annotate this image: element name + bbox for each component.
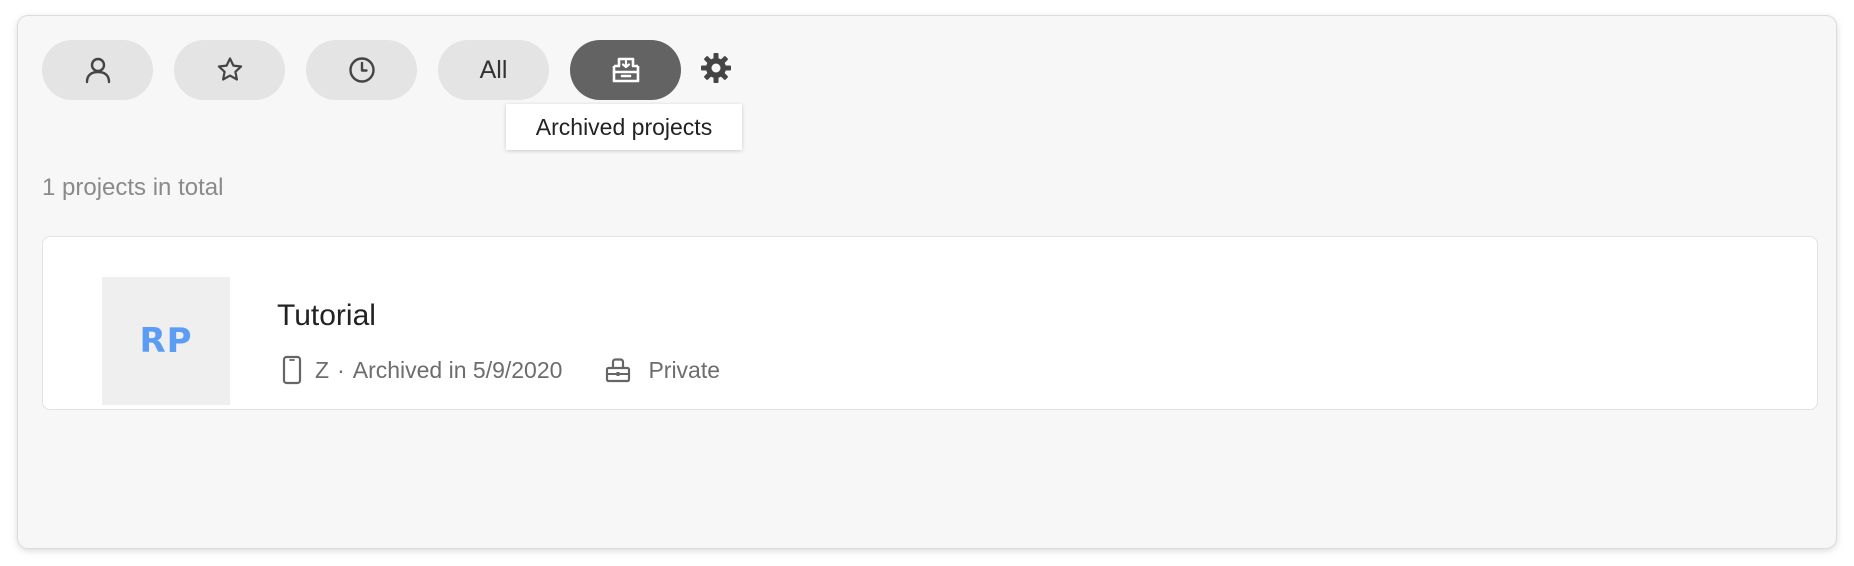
phone-icon: [281, 355, 303, 385]
archive-box-icon: [609, 54, 643, 86]
project-thumbnail: RP: [102, 277, 230, 405]
project-card[interactable]: RP Tutorial Z · Archived in 5/9/2020 Pri…: [42, 236, 1818, 410]
filter-starred-button[interactable]: [174, 40, 285, 100]
lock-icon: [604, 356, 632, 384]
filter-archived-button[interactable]: [570, 40, 681, 100]
app-window: All Archived projects 1 projects in tota…: [18, 16, 1836, 548]
gear-icon: [699, 51, 733, 90]
clock-icon: [347, 55, 377, 85]
archived-projects-tooltip: Archived projects: [506, 104, 742, 150]
filter-my-projects-button[interactable]: [42, 40, 153, 100]
settings-button[interactable]: [696, 50, 736, 90]
project-count-label: 1 projects in total: [42, 174, 224, 201]
star-icon: [215, 55, 245, 85]
meta-separator: ·: [337, 356, 345, 383]
project-owner: Z: [315, 356, 330, 383]
project-meta: Z · Archived in 5/9/2020 Private: [281, 355, 720, 385]
filter-bar: All: [42, 40, 736, 100]
project-privacy: Private: [648, 356, 721, 383]
filter-all-label: All: [479, 55, 508, 84]
filter-all-button[interactable]: All: [438, 40, 549, 100]
filter-recent-button[interactable]: [306, 40, 417, 100]
project-name[interactable]: Tutorial: [277, 299, 376, 333]
person-icon: [83, 55, 113, 85]
project-archived-date: Archived in 5/9/2020: [352, 356, 563, 383]
